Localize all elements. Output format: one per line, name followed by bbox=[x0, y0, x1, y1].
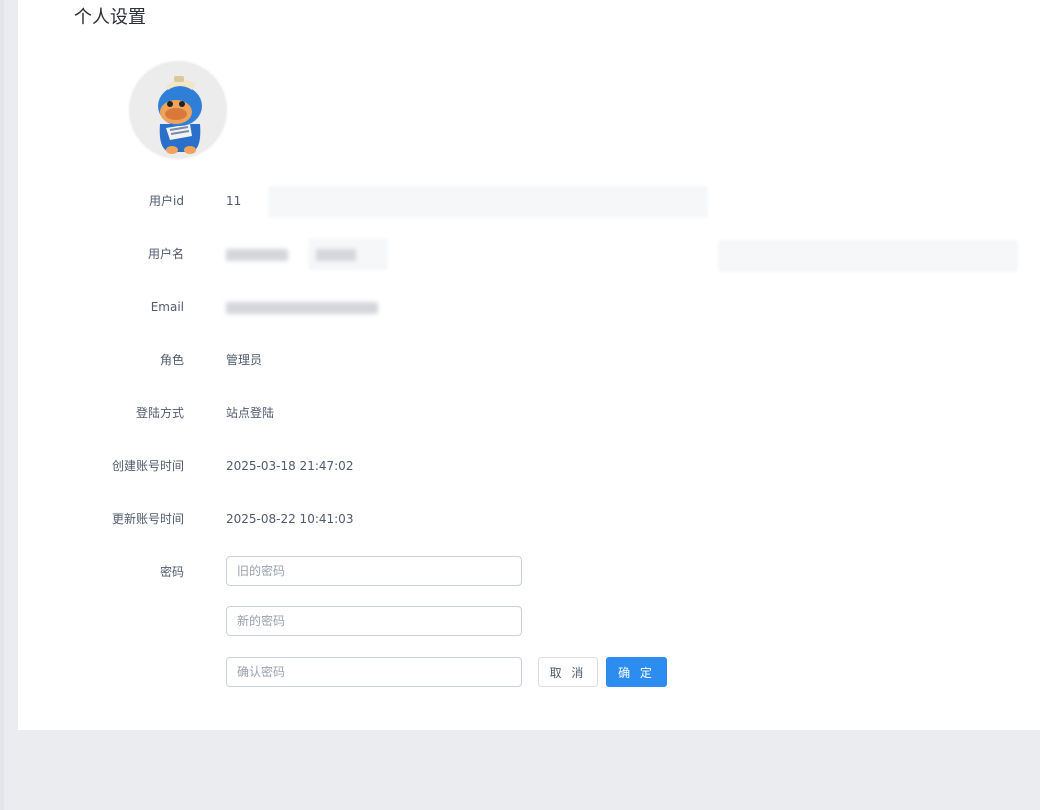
username-label: 用户名 bbox=[147, 247, 184, 261]
created-time-label: 创建账号时间 bbox=[111, 459, 184, 473]
redacted-username bbox=[226, 248, 288, 261]
settings-card: 个人设置 用户id 11 用户名 Email 角色 管理员 登陆方式 站点登陆 … bbox=[18, 0, 1040, 730]
confirm-button[interactable]: 确 定 bbox=[606, 657, 667, 687]
email-value bbox=[226, 298, 378, 316]
redacted-username-2 bbox=[315, 248, 356, 261]
user-id-value: 11 bbox=[226, 194, 242, 208]
redacted-email bbox=[226, 301, 378, 314]
avatar[interactable] bbox=[130, 62, 226, 158]
password-label: 密码 bbox=[159, 565, 184, 579]
updated-time-value: 2025-08-22 10:41:03 bbox=[226, 512, 354, 526]
new-password-input[interactable] bbox=[226, 606, 522, 636]
blurred-overlay bbox=[268, 186, 708, 218]
left-sidebar-edge bbox=[0, 0, 4, 810]
created-time-value: 2025-03-18 21:47:02 bbox=[226, 459, 354, 473]
blurred-overlay bbox=[718, 240, 1018, 272]
role-label: 角色 bbox=[159, 353, 184, 367]
role-value: 管理员 bbox=[226, 353, 263, 367]
cancel-button[interactable]: 取 消 bbox=[538, 657, 598, 687]
confirm-password-input[interactable] bbox=[226, 657, 522, 687]
updated-time-label: 更新账号时间 bbox=[111, 512, 184, 526]
old-password-input[interactable] bbox=[226, 556, 522, 586]
user-id-label: 用户id bbox=[149, 194, 184, 208]
camel-mascot-icon bbox=[130, 62, 226, 158]
email-label: Email bbox=[150, 300, 184, 314]
login-method-label: 登陆方式 bbox=[135, 406, 184, 420]
username-value bbox=[226, 245, 356, 263]
page-title: 个人设置 bbox=[74, 7, 146, 28]
login-method-value: 站点登陆 bbox=[226, 406, 275, 420]
